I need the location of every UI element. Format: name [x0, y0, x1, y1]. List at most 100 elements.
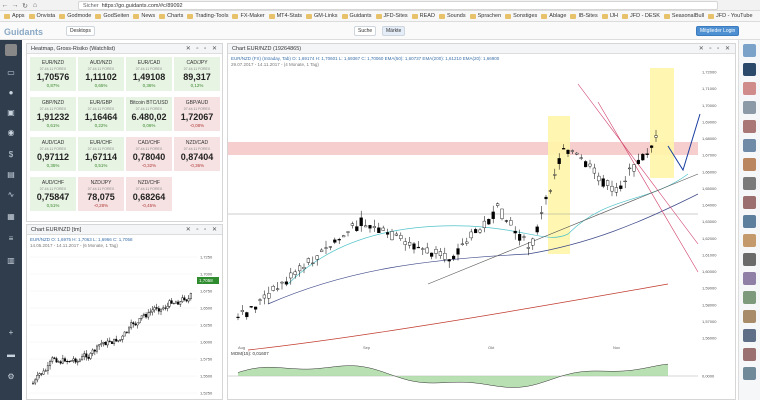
bookmark-item[interactable]: Sounds	[438, 13, 466, 19]
right-sidebar-item[interactable]	[743, 291, 756, 304]
bookmark-item[interactable]: Apps	[4, 13, 25, 19]
right-sidebar-item[interactable]	[743, 44, 756, 57]
right-sidebar-item[interactable]	[743, 101, 756, 114]
right-sidebar-item[interactable]	[743, 234, 756, 247]
panel-controls[interactable]: ✕ ▫ ▫ ✕	[186, 44, 219, 54]
chart-line-icon[interactable]: ∿	[6, 190, 16, 200]
app-logo[interactable]: Guidants	[4, 27, 43, 37]
heatmap-tile[interactable]: AUD/CAD 07.44.11 FOREX 0,97112 0,35%	[30, 137, 76, 171]
settings-icon[interactable]: ⚙	[6, 372, 16, 382]
right-sidebar-item[interactable]	[743, 272, 756, 285]
right-sidebar-item[interactable]	[743, 120, 756, 133]
heatmap-tile[interactable]: CAD/JPY 07.44.11 FOREX 89,317 0,12%	[174, 57, 220, 91]
folder-icon[interactable]: ▬	[6, 350, 16, 360]
search-button[interactable]: Suche	[354, 26, 377, 36]
small-chart-canvas[interactable]: 1,7250 1,7000 1,6750 1,6500 1,6250 1,6000 1,57…	[29, 249, 222, 399]
tile-price: 6.480,02	[131, 112, 167, 122]
bookmark-item[interactable]: FX-Maker	[232, 13, 265, 19]
bookmark-item[interactable]: Ablage	[541, 13, 566, 19]
bookmark-item[interactable]: Sonstiges	[505, 13, 537, 19]
main-chart-candle	[606, 180, 610, 186]
right-sidebar-item[interactable]	[743, 139, 756, 152]
right-sidebar-item[interactable]	[743, 367, 756, 380]
bookmark-item[interactable]: IB-Sites	[570, 13, 598, 19]
heatmap-tile[interactable]: NZD/JPY 07.44.11 FOREX 78,075 -0,28%	[78, 177, 124, 211]
panel-controls[interactable]: ✕ ▫ ▫ ✕	[699, 44, 732, 54]
main-chart-canvas[interactable]: 1,72000 1,71000 1,70000 1,69000 1,68000 1,670…	[228, 54, 735, 399]
desktops-button[interactable]: Desktops	[66, 26, 95, 36]
monitor-icon[interactable]: ▭	[6, 68, 16, 78]
chat-icon[interactable]: ▣	[6, 108, 16, 118]
main-chart-candle	[372, 226, 376, 228]
home-icon[interactable]: ⌂	[30, 1, 40, 11]
main-chart-candle	[337, 239, 341, 241]
grid-icon[interactable]: ▦	[6, 212, 16, 222]
tile-symbol: CAD/CHF	[137, 140, 161, 146]
right-sidebar-item[interactable]	[743, 177, 756, 190]
heatmap-tile[interactable]: GBP/AUD 07.44.11 FOREX 1,72067 -0,08%	[174, 97, 220, 131]
add-icon[interactable]: +	[6, 328, 16, 338]
right-sidebar-item[interactable]	[743, 82, 756, 95]
heatmap-tile[interactable]: NZD/CHF 07.44.11 FOREX 0,68264 -0,45%	[126, 177, 172, 211]
heatmap-tile[interactable]: AUD/CHF 07.44.11 FOREX 0,75847 0,51%	[30, 177, 76, 211]
right-sidebar-item[interactable]	[743, 63, 756, 76]
right-sidebar-item[interactable]	[743, 158, 756, 171]
document-icon[interactable]: ▤	[6, 170, 16, 180]
heatmap-tile[interactable]: CAD/CHF 07.44.11 FOREX 0,78040 -0,32%	[126, 137, 172, 171]
bookmark-item[interactable]: Onvista	[28, 13, 55, 19]
bookmark-item[interactable]: News	[133, 13, 155, 19]
tile-change: 0,61%	[46, 123, 60, 128]
bookmark-item[interactable]: READ	[411, 13, 435, 19]
small-chart-candle	[40, 373, 43, 375]
eye-icon[interactable]: ◉	[6, 128, 16, 138]
tile-time: 07.44.11 FOREX	[39, 187, 67, 191]
right-sidebar-item[interactable]	[743, 310, 756, 323]
member-login-button[interactable]: Mitglieder Login	[696, 26, 740, 36]
bookmark-label: READ	[419, 13, 435, 19]
heatmap-tile[interactable]: AUD/NZD 07.44.11 FOREX 1,11102 0,65%	[78, 57, 124, 91]
dollar-icon[interactable]: $	[6, 150, 16, 160]
right-sidebar-item[interactable]	[743, 196, 756, 209]
bookmark-item[interactable]: Charts	[159, 13, 183, 19]
right-sidebar-item[interactable]	[743, 348, 756, 361]
heatmap-tile[interactable]: Bitcoin BTC/USD 07.44.11 FOREX 6.480,02 0,0…	[126, 97, 172, 131]
heatmap-tile[interactable]: EUR/NZD 07.44.11 FOREX 1,70576 0,87%	[30, 57, 76, 91]
heatmap-tile[interactable]: GBP/NZD 07.44.11 FOREX 1,91232 0,61%	[30, 97, 76, 131]
bookmark-item[interactable]: JFD - DESK	[621, 13, 660, 19]
person-icon[interactable]: ●	[6, 88, 16, 98]
heatmap-tile[interactable]: EUR/GBP 07.44.11 FOREX 1,16464 0,22%	[78, 97, 124, 131]
small-chart-y-label: 1,5500	[200, 374, 213, 379]
right-sidebar-item[interactable]	[743, 253, 756, 266]
bookmark-item[interactable]: GodSeiten	[95, 13, 129, 19]
tile-symbol: AUD/NZD	[89, 60, 113, 66]
small-chart-candle	[119, 339, 122, 341]
bookmark-item[interactable]: JFD-Sites	[375, 13, 408, 19]
right-sidebar-item[interactable]	[743, 329, 756, 342]
address-bar[interactable]: Sicher https://go.guidants.com/#c/89092	[78, 1, 718, 10]
panel-controls[interactable]: ✕ ▫ ▫ ✕	[186, 225, 219, 235]
bookmark-item[interactable]: JFD - YouTube	[708, 13, 753, 19]
small-chart-candle	[91, 349, 94, 354]
heatmap-tile[interactable]: EUR/CHF 07.44.11 FOREX 1,67114 0,51%	[78, 137, 124, 171]
bookmark-item[interactable]: GM-Links	[305, 13, 338, 19]
markets-button[interactable]: Märkte	[382, 26, 406, 36]
user-avatar[interactable]	[5, 44, 17, 56]
bookmark-label: Sprachen	[477, 13, 502, 19]
heatmap-tile[interactable]: NZD/CAD 07.44.11 FOREX 0,87404 -0,36%	[174, 137, 220, 171]
bookmark-item[interactable]: Godmode	[59, 13, 91, 19]
heatmap-tile[interactable]: EUR/CAD 07.44.11 FOREX 1,49108 0,36%	[126, 57, 172, 91]
bookmark-item[interactable]: MT4-Stats	[268, 13, 302, 19]
bookmark-item[interactable]: Guidants	[341, 13, 372, 19]
main-chart-candle	[478, 229, 482, 233]
bookmark-item[interactable]: Trading-Tools	[187, 13, 228, 19]
reload-icon[interactable]: ↻	[20, 1, 30, 11]
bookmark-item[interactable]: Sprachen	[469, 13, 502, 19]
list-icon[interactable]: ≡	[6, 234, 16, 244]
right-sidebar-item[interactable]	[743, 215, 756, 228]
bookmark-item[interactable]: IJH	[601, 13, 618, 19]
bookmark-item[interactable]: SeasonalBull	[663, 13, 704, 19]
folder-icon	[708, 13, 715, 19]
forward-icon[interactable]: →	[10, 1, 20, 11]
news-icon[interactable]: ▥	[6, 256, 16, 266]
back-icon[interactable]: ←	[0, 1, 10, 11]
